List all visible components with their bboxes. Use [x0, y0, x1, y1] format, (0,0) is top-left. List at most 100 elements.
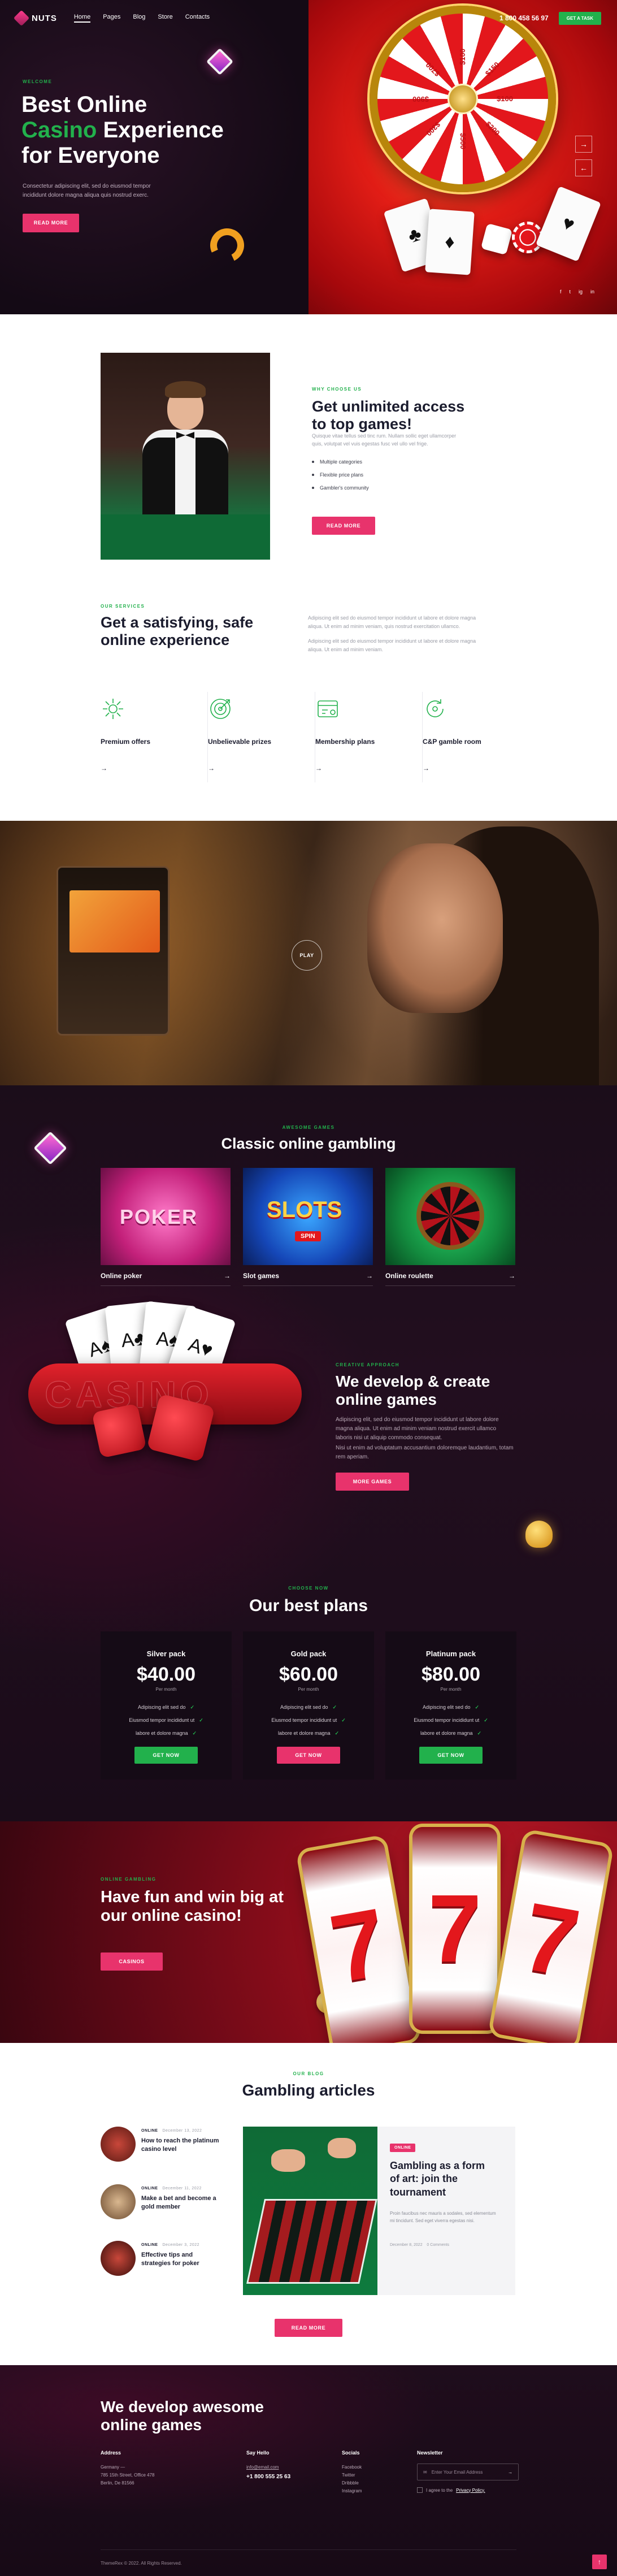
- plan-feature: labore et dolore magna: [277, 1730, 331, 1736]
- header-phone[interactable]: 1 800 458 56 97: [499, 14, 549, 22]
- game-label: Slot games →: [243, 1272, 373, 1286]
- wheel-prize-label: $100: [497, 94, 513, 103]
- blog-read-more-button[interactable]: READ MORE: [275, 2319, 342, 2337]
- plan-feature: Eiusmod tempor incididunt ut: [414, 1717, 480, 1723]
- game-card-poker[interactable]: POKER Online poker →: [101, 1168, 231, 1286]
- top-nav: NUTS Home Pages Blog Store Contacts 1 80…: [13, 10, 601, 27]
- arrow-right-icon[interactable]: →: [366, 1272, 373, 1280]
- hero-title-line1: Best Online: [21, 92, 147, 117]
- featured-post-image[interactable]: [243, 2127, 377, 2295]
- game-title[interactable]: Online roulette: [385, 1272, 433, 1280]
- roulette-image: [385, 1168, 515, 1265]
- list-item: Adipiscing elit sed do ✓: [243, 1704, 374, 1711]
- hero-kicker: WELCOME: [23, 79, 53, 84]
- footer-divider: [101, 2549, 516, 2550]
- post-meta: ONLINE December 11, 2022: [141, 2187, 202, 2190]
- featured-post-card: ONLINE Gambling as a form of art: join t…: [377, 2127, 515, 2295]
- post-tag[interactable]: ONLINE: [141, 2129, 158, 2133]
- menu-item-store[interactable]: Store: [158, 14, 172, 23]
- arrow-right-icon[interactable]: →: [101, 764, 107, 772]
- arrow-right-icon[interactable]: →: [423, 764, 429, 772]
- menu-item-blog[interactable]: Blog: [133, 14, 145, 23]
- dice: [480, 223, 513, 256]
- list-item: Gambler's community: [312, 485, 369, 491]
- check-icon: ✓: [332, 1704, 337, 1710]
- social-link-instagram[interactable]: Instagram: [342, 2487, 362, 2495]
- feature-premium-offers[interactable]: Premium offers →: [101, 692, 208, 782]
- arrow-right-icon[interactable]: →: [509, 1272, 515, 1280]
- privacy-policy-link[interactable]: Privacy Policy.: [456, 2488, 485, 2493]
- linkedin-icon[interactable]: in: [590, 289, 594, 295]
- menu-item-contacts[interactable]: Contacts: [185, 14, 210, 23]
- logo[interactable]: NUTS: [13, 10, 57, 27]
- refresh-cycle-icon: [427, 699, 444, 717]
- post-thumbnail[interactable]: [101, 2184, 136, 2219]
- post-comments[interactable]: 0 Comments: [427, 2243, 449, 2247]
- post-meta: ONLINE December 13, 2022: [141, 2129, 202, 2133]
- check-icon: ✓: [475, 1704, 480, 1710]
- blog-post[interactable]: ONLINE December 3, 2022 Effective tips an…: [101, 2241, 225, 2278]
- social-link-dribbble[interactable]: Dribbble: [342, 2479, 362, 2487]
- feature-gamble-room[interactable]: C&P gamble room →: [423, 692, 530, 782]
- footer-col-heading: Newsletter: [417, 2450, 443, 2456]
- game-title[interactable]: Slot games: [243, 1272, 279, 1280]
- casinos-button[interactable]: CASINOS: [101, 1952, 163, 1971]
- get-now-button[interactable]: GET NOW: [277, 1747, 340, 1764]
- menu-item-pages[interactable]: Pages: [103, 14, 120, 23]
- post-tag[interactable]: ONLINE: [390, 2144, 416, 2152]
- post-tag[interactable]: ONLINE: [141, 2243, 158, 2247]
- arrow-right-icon[interactable]: →: [315, 764, 322, 772]
- game-title[interactable]: Online poker: [101, 1272, 142, 1280]
- post-title[interactable]: How to reach the platinum casino level: [141, 2137, 223, 2154]
- plan-name: Gold pack: [290, 1649, 327, 1658]
- about-read-more-button[interactable]: READ MORE: [312, 517, 375, 535]
- post-tag[interactable]: ONLINE: [141, 2187, 158, 2190]
- slot-reel: 7: [412, 1827, 497, 2031]
- develop-title: We develop & create online games: [336, 1373, 490, 1409]
- games-section: AWESOME GAMES Classic online gambling PO…: [0, 1085, 617, 1821]
- more-games-button[interactable]: MORE GAMES: [336, 1473, 409, 1491]
- social-link-twitter[interactable]: Twitter: [342, 2471, 362, 2479]
- scroll-to-top-button[interactable]: ↑: [592, 2555, 607, 2569]
- footer-phone[interactable]: +1 800 555 25 63: [246, 2474, 290, 2480]
- instagram-icon[interactable]: ig: [579, 289, 583, 295]
- feature-unbelievable-prizes[interactable]: Unbelievable prizes →: [208, 692, 315, 782]
- slot-screen: [69, 890, 160, 953]
- twitter-icon[interactable]: t: [569, 289, 571, 295]
- slider-prev-button[interactable]: ←: [575, 159, 592, 176]
- facebook-icon[interactable]: f: [560, 289, 562, 295]
- roulette-table: [246, 2199, 377, 2284]
- games-title: Classic online gambling: [221, 1135, 396, 1152]
- post-thumbnail[interactable]: [101, 2241, 136, 2276]
- target-icon: [210, 699, 231, 719]
- address-line: Berlin, De 81566: [101, 2480, 134, 2486]
- hero-read-more-button[interactable]: READ MORE: [23, 214, 79, 232]
- arrow-right-icon[interactable]: →: [208, 764, 215, 772]
- featured-post-title[interactable]: Gambling as a form of art: join the tour…: [390, 2159, 497, 2199]
- plan-period: Per month: [440, 1687, 462, 1692]
- about-section: WHY CHOOSE US Get unlimited access to to…: [0, 314, 617, 821]
- post-thumbnail[interactable]: [101, 2127, 136, 2162]
- privacy-agreement: I agree to the Privacy Policy.: [417, 2487, 519, 2493]
- blog-post[interactable]: ONLINE December 11, 2022 Make a bet and b…: [101, 2184, 225, 2222]
- newsletter-email-input[interactable]: ✉ Enter Your Email Address →: [417, 2464, 519, 2480]
- play-video-button[interactable]: PLAY: [292, 940, 322, 971]
- post-title[interactable]: Effective tips and strategies for poker: [141, 2251, 223, 2268]
- footer-email[interactable]: info@email.com: [246, 2464, 290, 2471]
- game-card-roulette[interactable]: Online roulette →: [385, 1168, 515, 1286]
- get-now-button[interactable]: GET NOW: [419, 1747, 483, 1764]
- hero-title-rest: Experience: [97, 117, 224, 142]
- feature-membership-plans[interactable]: Membership plans →: [315, 692, 423, 782]
- get-task-button[interactable]: GET A TASK: [558, 11, 601, 25]
- social-link-facebook[interactable]: Facebook: [342, 2464, 362, 2471]
- slider-next-button[interactable]: →: [575, 136, 592, 153]
- arrow-right-icon[interactable]: →: [508, 2470, 512, 2475]
- menu-item-home[interactable]: Home: [73, 14, 91, 23]
- get-now-button[interactable]: GET NOW: [134, 1747, 198, 1764]
- game-card-slots[interactable]: SLOTS SPIN Slot games →: [243, 1168, 373, 1286]
- post-title[interactable]: Make a bet and become a gold member: [141, 2194, 223, 2211]
- arrow-right-icon[interactable]: →: [224, 1272, 231, 1280]
- wheel-prize-label: $500: [459, 133, 467, 149]
- privacy-checkbox[interactable]: [417, 2487, 423, 2493]
- blog-post[interactable]: ONLINE December 13, 2022 How to reach the…: [101, 2127, 225, 2164]
